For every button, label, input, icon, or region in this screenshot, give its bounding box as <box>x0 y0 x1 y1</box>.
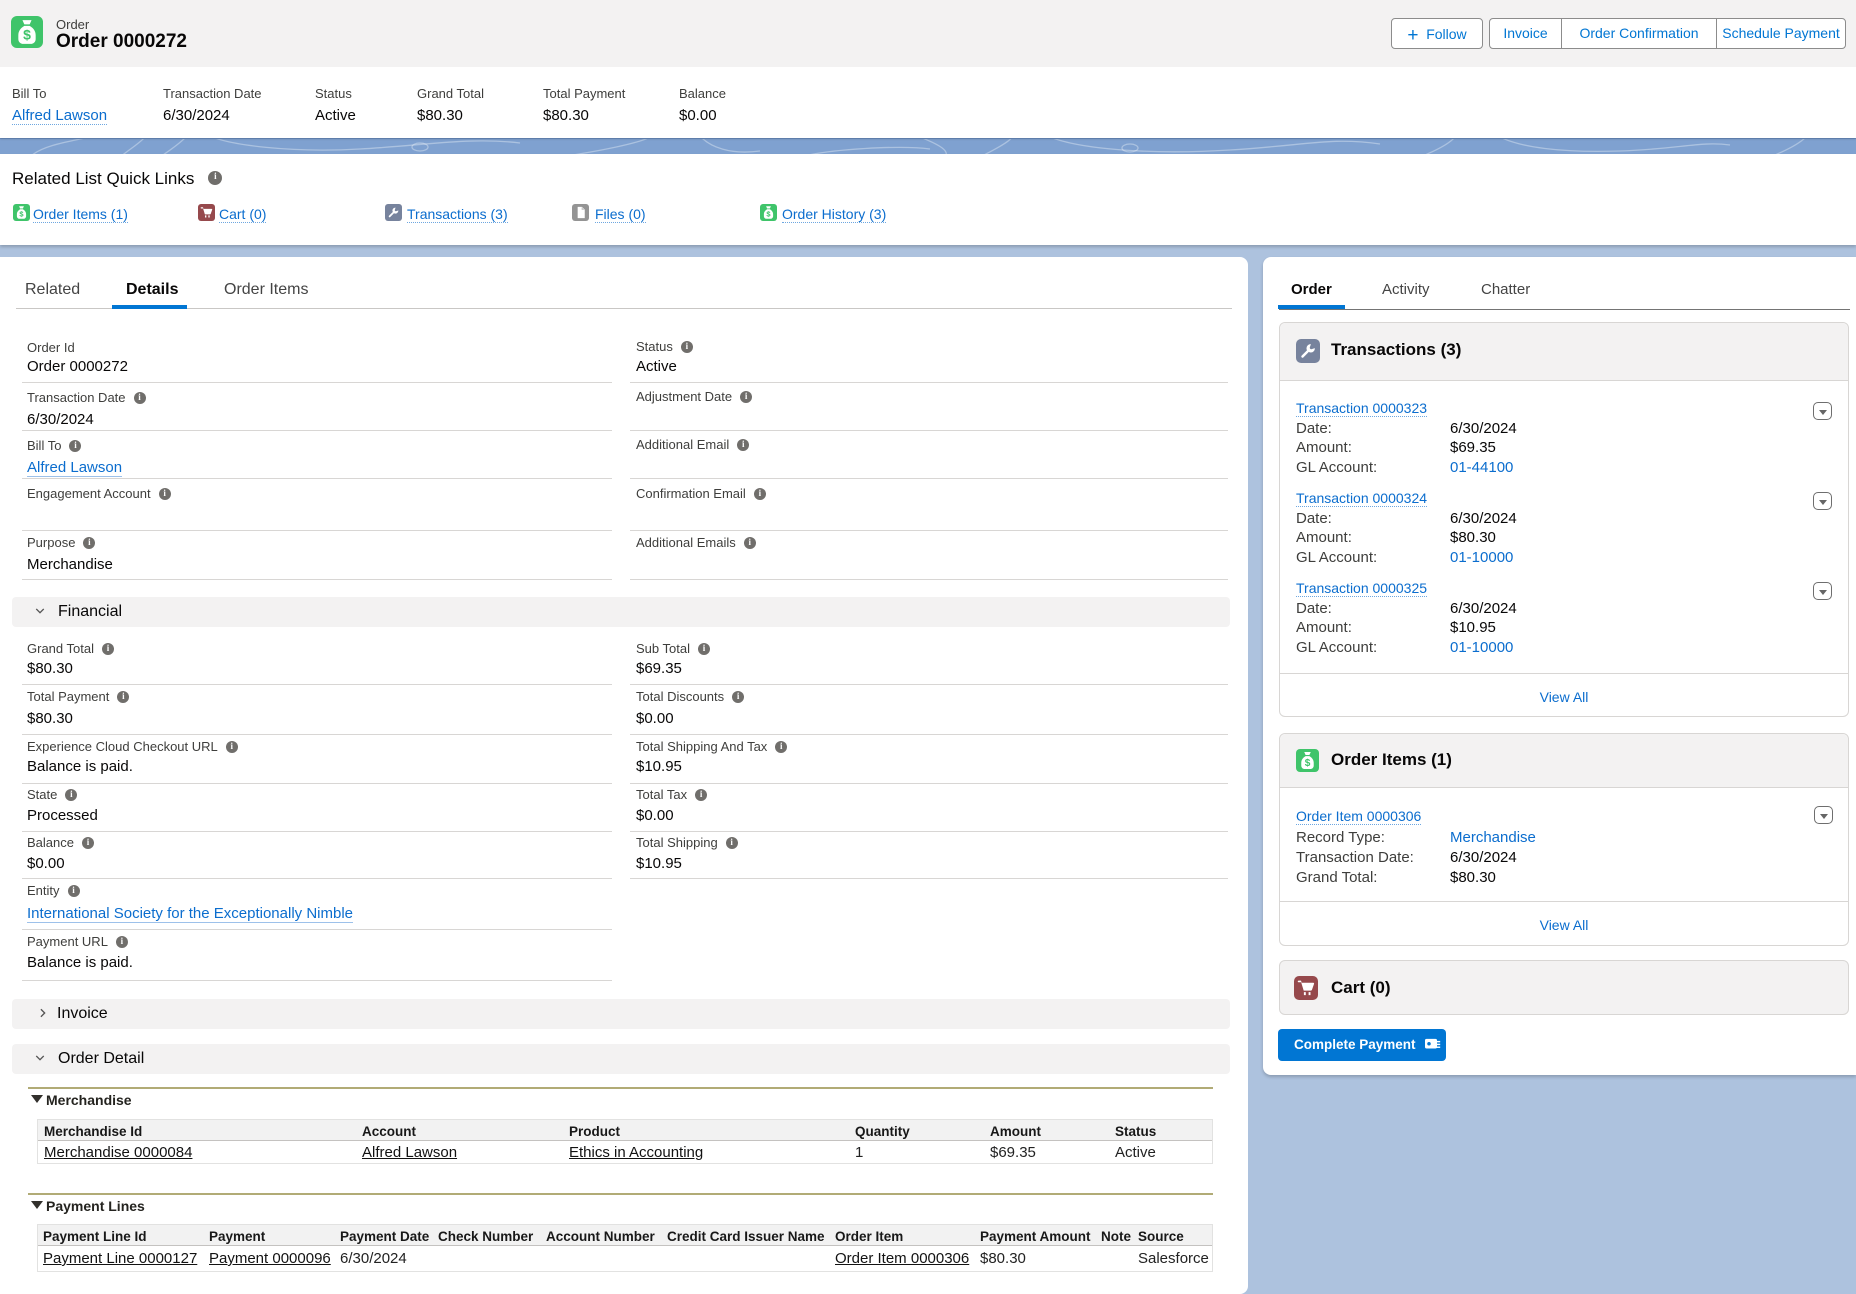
svg-text:$: $ <box>23 26 31 42</box>
svg-text:$: $ <box>1305 758 1311 769</box>
